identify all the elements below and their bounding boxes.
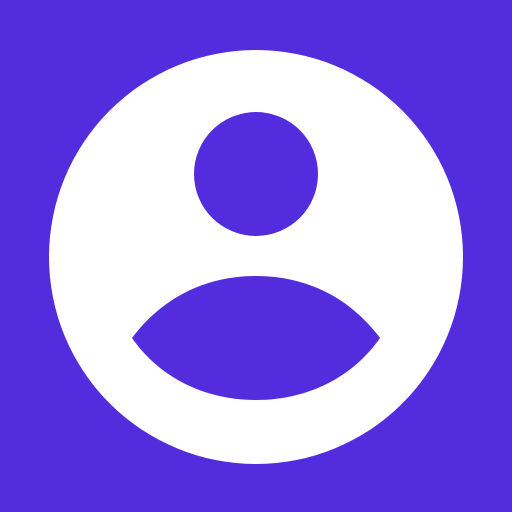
avatar-head [194,112,318,236]
user-avatar-app-icon [0,0,512,512]
user-avatar-icon [0,0,512,512]
